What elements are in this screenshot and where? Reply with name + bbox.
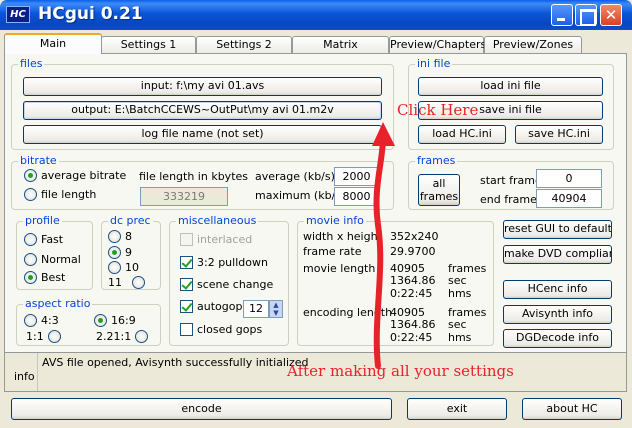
arrow-head-icon	[372, 122, 395, 146]
arrow-shaft	[373, 137, 386, 369]
tab-main[interactable]: Main	[4, 33, 102, 54]
click-here-annotation: Click Here	[397, 101, 479, 119]
after-settings-annotation: After making all your settings	[287, 362, 514, 380]
